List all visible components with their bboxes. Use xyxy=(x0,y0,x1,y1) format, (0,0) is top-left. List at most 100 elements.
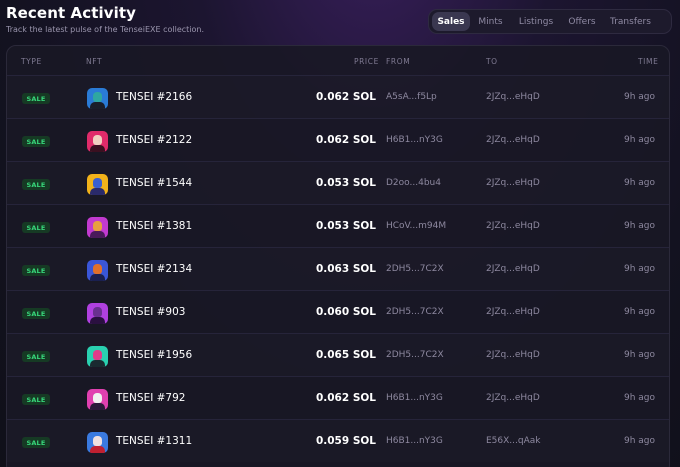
column-header-time: TIME xyxy=(638,57,659,66)
to-address-link[interactable]: 2JZq...eHqD xyxy=(486,393,540,403)
sale-price: 0.062 SOL xyxy=(315,134,376,146)
avatar-body xyxy=(90,403,105,410)
nft-avatar[interactable] xyxy=(87,389,108,410)
time-ago: 9h ago xyxy=(623,307,655,317)
table-row[interactable]: SALE TENSEI #1956 0.065 SOL 2DH5...7C2X 2JZq… xyxy=(7,333,669,376)
column-header-from: FROM xyxy=(386,57,411,66)
column-header-to: TO xyxy=(486,57,498,66)
column-header-type: TYPE xyxy=(21,57,42,66)
sale-price: 0.053 SOL xyxy=(315,220,376,232)
nft-avatar[interactable] xyxy=(87,260,108,281)
from-address-link[interactable]: HCoV...m94M xyxy=(386,221,446,231)
from-address-link[interactable]: A5sA...f5Lp xyxy=(386,92,437,102)
time-ago: 9h ago xyxy=(623,264,655,274)
activity-tabs: Sales Mints Listings Offers Transfers xyxy=(428,9,672,34)
avatar-body xyxy=(90,102,105,109)
avatar-head xyxy=(93,393,102,403)
table-row[interactable]: SALE TENSEI #1381 0.053 SOL HCoV...m94M 2JZq… xyxy=(7,204,669,247)
avatar-head xyxy=(93,221,102,231)
avatar-body xyxy=(90,188,105,195)
avatar-body xyxy=(90,446,105,453)
sale-badge: SALE xyxy=(22,222,50,233)
to-address-link[interactable]: 2JZq...eHqD xyxy=(486,307,540,317)
to-address-link[interactable]: 2JZq...eHqD xyxy=(486,92,540,102)
tab-sales[interactable]: Sales xyxy=(432,12,470,31)
nft-avatar[interactable] xyxy=(87,303,108,324)
avatar-body xyxy=(90,145,105,152)
to-address-link[interactable]: 2JZq...eHqD xyxy=(486,178,540,188)
nft-name-link[interactable]: TENSEI #1956 xyxy=(116,349,192,361)
to-address-link[interactable]: E56X...qAak xyxy=(486,436,540,446)
sale-price: 0.059 SOL xyxy=(315,435,376,447)
nft-avatar[interactable] xyxy=(87,174,108,195)
time-ago: 9h ago xyxy=(623,221,655,231)
table-row[interactable]: SALE TENSEI #2166 0.062 SOL A5sA...f5Lp 2JZq… xyxy=(7,75,669,118)
from-address-link[interactable]: 2DH5...7C2X xyxy=(386,350,444,360)
from-address-link[interactable]: H6B1...nY3G xyxy=(386,393,443,403)
nft-name-link[interactable]: TENSEI #792 xyxy=(116,392,185,404)
table-row[interactable]: SALE TENSEI #792 0.062 SOL H6B1...nY3G 2JZq.… xyxy=(7,376,669,419)
tab-mints[interactable]: Mints xyxy=(470,12,511,31)
avatar-body xyxy=(90,360,105,367)
table-row[interactable]: SALE TENSEI #2134 0.063 SOL 2DH5...7C2X 2JZq… xyxy=(7,247,669,290)
table-row[interactable]: SALE TENSEI #1311 0.059 SOL H6B1...nY3G E56X… xyxy=(7,419,669,462)
nft-name-link[interactable]: TENSEI #903 xyxy=(116,306,185,318)
table-row[interactable]: SALE TENSEI #1544 0.053 SOL D2oo...4bu4 2JZq… xyxy=(7,161,669,204)
from-address-link[interactable]: 2DH5...7C2X xyxy=(386,264,444,274)
nft-name-link[interactable]: TENSEI #2134 xyxy=(116,263,192,275)
nft-avatar[interactable] xyxy=(87,346,108,367)
avatar-head xyxy=(93,135,102,145)
avatar-body xyxy=(90,274,105,281)
avatar-body xyxy=(90,317,105,324)
tab-transfers[interactable]: Transfers xyxy=(603,12,658,31)
avatar-head xyxy=(93,178,102,188)
sale-badge: SALE xyxy=(22,437,50,448)
sale-badge: SALE xyxy=(22,136,50,147)
avatar-body xyxy=(90,231,105,238)
nft-avatar[interactable] xyxy=(87,217,108,238)
page-subtitle: Track the latest pulse of the TenseiEXE … xyxy=(6,25,204,34)
tab-listings[interactable]: Listings xyxy=(511,12,561,31)
time-ago: 9h ago xyxy=(623,92,655,102)
nft-name-link[interactable]: TENSEI #2166 xyxy=(116,91,192,103)
time-ago: 9h ago xyxy=(623,350,655,360)
sale-badge: SALE xyxy=(22,394,50,405)
sale-price: 0.065 SOL xyxy=(315,349,376,361)
to-address-link[interactable]: 2JZq...eHqD xyxy=(486,221,540,231)
column-header-price: PRICE xyxy=(354,57,379,66)
sale-badge: SALE xyxy=(22,351,50,362)
sale-price: 0.062 SOL xyxy=(315,392,376,404)
from-address-link[interactable]: 2DH5...7C2X xyxy=(386,307,444,317)
nft-avatar[interactable] xyxy=(87,88,108,109)
to-address-link[interactable]: 2JZq...eHqD xyxy=(486,264,540,274)
from-address-link[interactable]: H6B1...nY3G xyxy=(386,436,443,446)
time-ago: 9h ago xyxy=(623,393,655,403)
nft-name-link[interactable]: TENSEI #2122 xyxy=(116,134,192,146)
time-ago: 9h ago xyxy=(623,135,655,145)
from-address-link[interactable]: H6B1...nY3G xyxy=(386,135,443,145)
page-title: Recent Activity xyxy=(6,4,137,22)
column-header-nft: NFT xyxy=(86,57,103,66)
avatar-head xyxy=(93,92,102,102)
tab-offers[interactable]: Offers xyxy=(561,12,603,31)
sale-price: 0.063 SOL xyxy=(315,263,376,275)
table-row[interactable]: SALE TENSEI #2122 0.062 SOL H6B1...nY3G 2JZq… xyxy=(7,118,669,161)
time-ago: 9h ago xyxy=(623,436,655,446)
avatar-head xyxy=(93,350,102,360)
to-address-link[interactable]: 2JZq...eHqD xyxy=(486,135,540,145)
avatar-head xyxy=(93,307,102,317)
nft-name-link[interactable]: TENSEI #1311 xyxy=(116,435,192,447)
sale-badge: SALE xyxy=(22,308,50,319)
table-row[interactable]: SALE TENSEI #903 0.060 SOL 2DH5...7C2X 2JZq.… xyxy=(7,290,669,333)
sale-badge: SALE xyxy=(22,93,50,104)
sale-price: 0.060 SOL xyxy=(315,306,376,318)
sale-price: 0.062 SOL xyxy=(315,91,376,103)
to-address-link[interactable]: 2JZq...eHqD xyxy=(486,350,540,360)
from-address-link[interactable]: D2oo...4bu4 xyxy=(386,178,441,188)
time-ago: 9h ago xyxy=(623,178,655,188)
sale-badge: SALE xyxy=(22,179,50,190)
nft-avatar[interactable] xyxy=(87,131,108,152)
nft-name-link[interactable]: TENSEI #1381 xyxy=(116,220,192,232)
nft-name-link[interactable]: TENSEI #1544 xyxy=(116,177,192,189)
nft-avatar[interactable] xyxy=(87,432,108,453)
